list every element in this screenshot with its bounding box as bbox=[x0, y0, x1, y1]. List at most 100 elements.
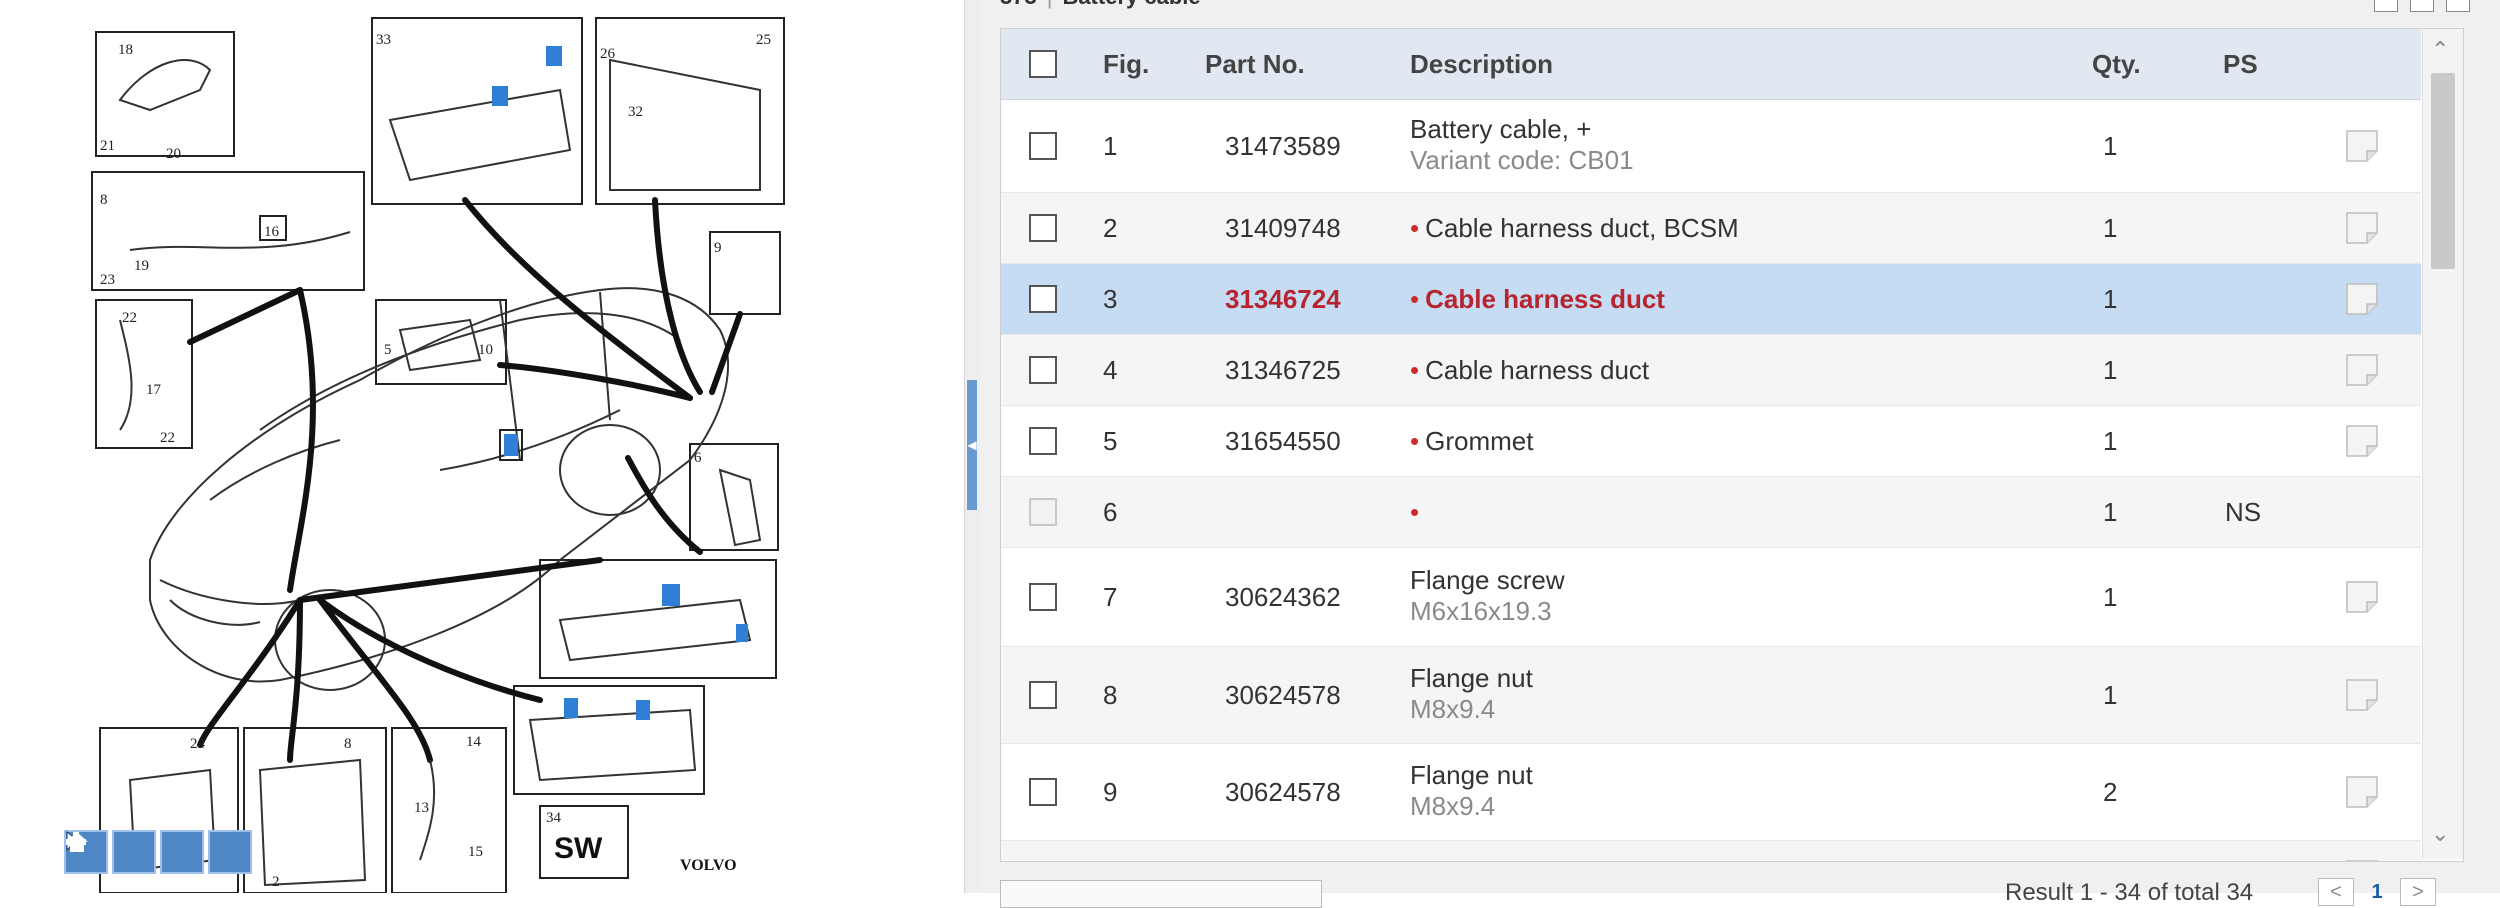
quantity: 1 bbox=[2103, 213, 2118, 243]
callout-label: 20 bbox=[166, 146, 181, 162]
column-header-description[interactable]: Description bbox=[1410, 49, 1553, 80]
description-text: Battery cable, + bbox=[1410, 114, 1592, 144]
collapse-handle[interactable]: ◀ bbox=[967, 380, 977, 510]
header-tools bbox=[2374, 0, 2470, 12]
table-row[interactable]: 5 31654550 • Grommet 1 bbox=[1001, 406, 2421, 477]
column-header-fig[interactable]: Fig. bbox=[1103, 49, 1149, 80]
column-header-ps[interactable]: PS bbox=[2223, 49, 2258, 80]
note-icon[interactable] bbox=[2345, 424, 2379, 458]
row-checkbox[interactable] bbox=[1029, 681, 1057, 709]
quantity: 1 bbox=[2103, 680, 2118, 710]
home-button[interactable] bbox=[66, 830, 252, 874]
quantity: 1 bbox=[2103, 284, 2118, 314]
quantity: 1 bbox=[2103, 426, 2118, 456]
page-current[interactable]: 1 bbox=[2360, 879, 2394, 905]
callout-label: 26 bbox=[600, 46, 616, 62]
brand-logo: VOLVO bbox=[680, 857, 737, 874]
note-icon[interactable] bbox=[2345, 678, 2379, 712]
diagram-drawing: 18 33 26 25 32 21 20 8 16 19 23 9 22 5 1… bbox=[91, 17, 785, 893]
bullet-icon: • bbox=[1410, 497, 1420, 527]
callout-label: 21 bbox=[100, 138, 115, 154]
callout-label: 22 bbox=[122, 310, 137, 326]
callout-label: 32 bbox=[628, 104, 643, 120]
column-header-qty[interactable]: Qty. bbox=[2092, 49, 2141, 80]
print-button[interactable] bbox=[2374, 0, 2398, 12]
parts-diagram[interactable]: 18 33 26 25 32 21 20 8 16 19 23 9 22 5 1… bbox=[0, 0, 960, 893]
part-number[interactable]: 30624362 bbox=[1225, 582, 1341, 613]
table-row[interactable]: 7 30624362 Flange screw M6x16x19.3 1 bbox=[1001, 548, 2421, 647]
part-number[interactable]: 30675? bbox=[1225, 861, 1312, 862]
note-icon[interactable] bbox=[2345, 353, 2379, 387]
scroll-down-icon[interactable]: ⌄ bbox=[2431, 821, 2449, 847]
table-row[interactable]: 4 31346725 • Cable harness duct 1 bbox=[1001, 335, 2421, 406]
description-text: Cable harness duct, BCSM bbox=[1425, 213, 1739, 243]
callout-label: 6 bbox=[694, 450, 702, 466]
callout-label: 25 bbox=[756, 32, 771, 48]
zoom-toolbar bbox=[64, 830, 252, 874]
callout-label: 24 bbox=[190, 736, 206, 752]
footer-action-button[interactable] bbox=[1000, 880, 1322, 908]
description-subtext: M6x16x19.3 bbox=[1410, 596, 1552, 626]
callout-label: 22 bbox=[160, 430, 175, 446]
note-icon[interactable] bbox=[2345, 775, 2379, 809]
scroll-up-icon[interactable]: ⌃ bbox=[2431, 37, 2449, 63]
table-row[interactable]: 2 31409748 • Cable harness duct, BCSM 1 bbox=[1001, 193, 2421, 264]
table-footer: Result 1 - 34 of total 34 < 1 > bbox=[1000, 876, 2480, 908]
vertical-scrollbar[interactable]: ⌃ ⌄ bbox=[2422, 29, 2463, 859]
part-number[interactable]: 31473589 bbox=[1225, 131, 1341, 162]
part-number[interactable]: 31346725 bbox=[1225, 355, 1341, 386]
part-number[interactable]: 30624578 bbox=[1225, 680, 1341, 711]
description-subtext: Variant code: CB01 bbox=[1410, 145, 1634, 175]
table-body: 1 31473589 Battery cable, + Variant code: C… bbox=[1001, 100, 2421, 862]
row-checkbox[interactable] bbox=[1029, 214, 1057, 242]
callout-label: 14 bbox=[466, 734, 482, 750]
select-all-checkbox[interactable] bbox=[1029, 50, 1057, 78]
callout-label: 8 bbox=[100, 192, 108, 208]
column-header-part-no[interactable]: Part No. bbox=[1205, 49, 1305, 80]
callout-label: 9 bbox=[714, 240, 722, 256]
description-cell: Flange nut M8x9.4 bbox=[1410, 760, 1533, 822]
parts-panel: 373|Battery cable Fig. Part No. Descript… bbox=[980, 0, 2500, 908]
row-checkbox[interactable] bbox=[1029, 132, 1057, 160]
fig-number: 9 bbox=[1103, 777, 1118, 807]
table-row[interactable]: 1 31473589 Battery cable, + Variant code: C… bbox=[1001, 100, 2421, 193]
quantity: 1 bbox=[2103, 355, 2118, 385]
result-count: Result 1 - 34 of total 34 bbox=[2005, 879, 2254, 906]
note-icon[interactable] bbox=[2345, 282, 2379, 316]
zoom-out-button[interactable] bbox=[66, 830, 204, 874]
row-checkbox[interactable] bbox=[1029, 285, 1057, 313]
row-checkbox[interactable] bbox=[1029, 427, 1057, 455]
part-number[interactable]: 31654550 bbox=[1225, 426, 1341, 457]
table-row[interactable]: 3 31346724 • Cable harness duct 1 bbox=[1001, 264, 2421, 335]
row-checkbox[interactable] bbox=[1029, 778, 1057, 806]
quantity: 1 bbox=[2103, 582, 2118, 612]
row-checkbox[interactable] bbox=[1029, 356, 1057, 384]
part-number[interactable]: 31346724 bbox=[1225, 284, 1341, 315]
note-icon[interactable] bbox=[2345, 859, 2379, 861]
bullet-icon: • bbox=[1410, 355, 1420, 385]
row-checkbox[interactable] bbox=[1029, 583, 1057, 611]
nav-prev-button[interactable] bbox=[2410, 0, 2434, 12]
part-number[interactable]: 30624578 bbox=[1225, 777, 1341, 808]
scrollbar-thumb[interactable] bbox=[2431, 73, 2455, 269]
table-row[interactable]: 6 • 1 NS bbox=[1001, 477, 2421, 548]
part-number[interactable]: 31409748 bbox=[1225, 213, 1341, 244]
callout-label: 8 bbox=[344, 736, 352, 752]
table-row[interactable]: 9 30624578 Flange nut M8x9.4 2 bbox=[1001, 744, 2421, 841]
group-title: Battery cable bbox=[1062, 0, 1200, 9]
description-text: Flange screw bbox=[1410, 565, 1565, 595]
description-text: Grommet bbox=[1425, 426, 1534, 456]
table-row[interactable]: 10 30675? Flange screw 2 bbox=[1001, 841, 2421, 862]
row-checkbox bbox=[1029, 498, 1057, 526]
note-icon[interactable] bbox=[2345, 580, 2379, 614]
quantity: 2 bbox=[2103, 861, 2117, 862]
description-text: Cable harness duct bbox=[1425, 284, 1665, 314]
note-icon[interactable] bbox=[2345, 211, 2379, 245]
note-icon[interactable] bbox=[2345, 129, 2379, 163]
page-next-button[interactable]: > bbox=[2400, 878, 2436, 906]
zoom-in-button[interactable] bbox=[66, 830, 156, 874]
nav-next-button[interactable] bbox=[2446, 0, 2470, 12]
table-row[interactable]: 8 30624578 Flange nut M8x9.4 1 bbox=[1001, 647, 2421, 744]
page-prev-button[interactable]: < bbox=[2318, 878, 2354, 906]
description-cell: • bbox=[1410, 497, 1425, 528]
